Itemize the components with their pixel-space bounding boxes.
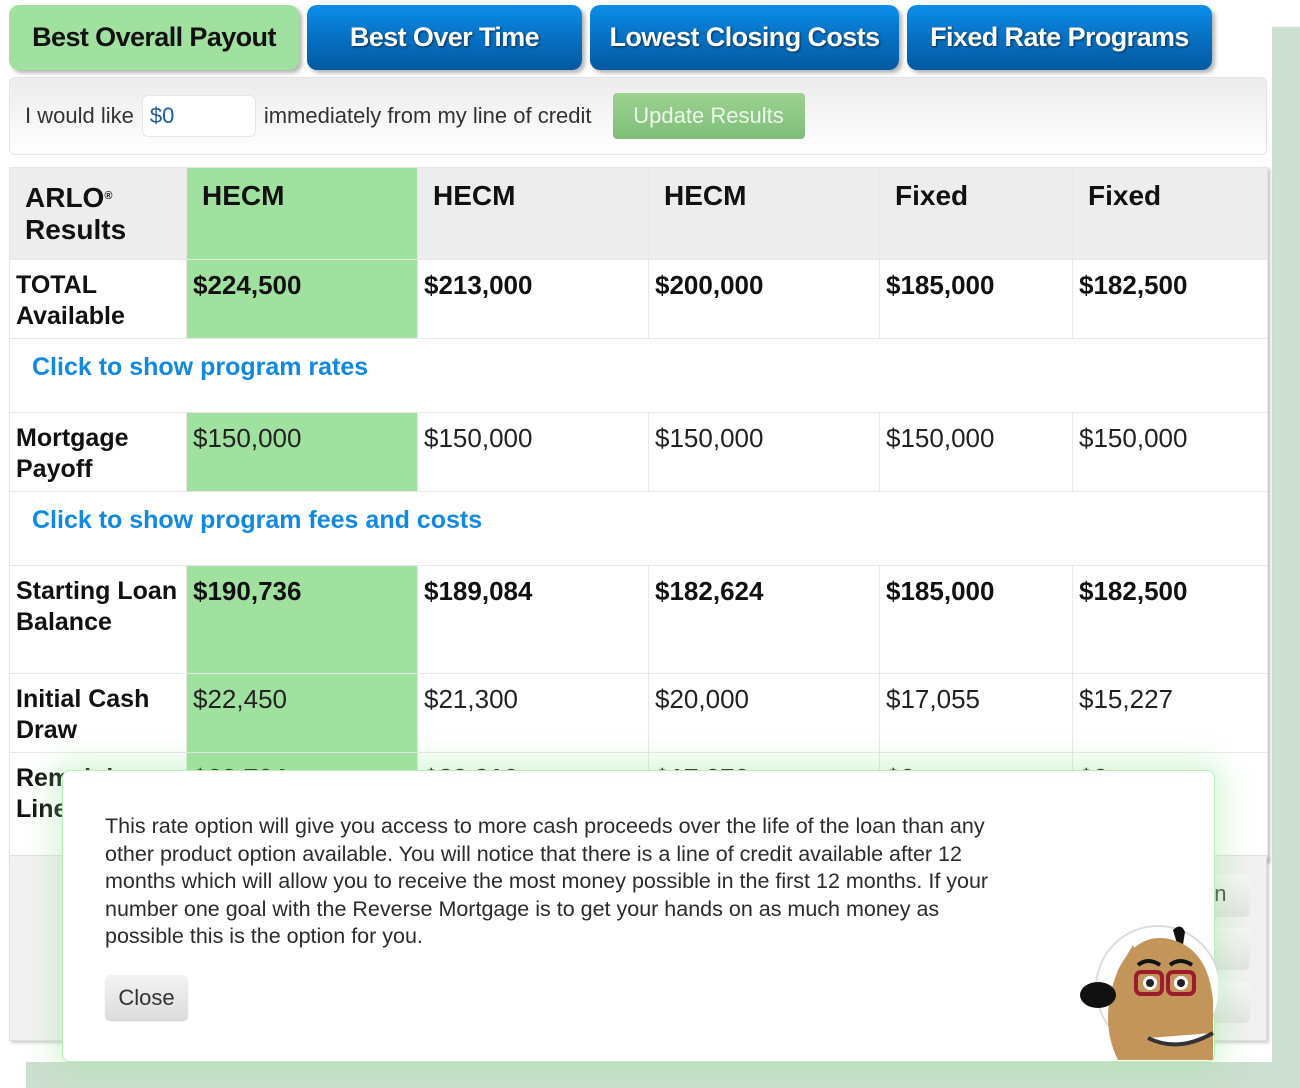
- table-cell: $22,450: [186, 673, 418, 753]
- table-cell: $182,500: [1072, 565, 1268, 674]
- table-header-row: ARLO® Results HECM HECM HECM Fixed Fixed: [9, 167, 1268, 260]
- table-row-mortgage-payoff: Mortgage Payoff $150,000 $150,000 $150,0…: [9, 412, 1268, 492]
- table-cell: $17,055: [879, 673, 1073, 753]
- popup-message: This rate option will give you access to…: [105, 814, 989, 948]
- table-cell: $189,084: [417, 565, 649, 674]
- row-label: Mortgage Payoff: [9, 412, 187, 492]
- close-button[interactable]: Close: [105, 975, 188, 1020]
- column-header: Fixed: [1072, 167, 1268, 260]
- credit-suffix-label: immediately from my line of credit: [263, 103, 592, 128]
- column-header: HECM: [186, 167, 418, 260]
- mascot-dog-icon: [1078, 910, 1218, 1060]
- info-popup: This rate option will give you access to…: [62, 770, 1215, 1062]
- table-row-rates-link: Click to show program rates: [9, 338, 1268, 413]
- show-program-fees-link[interactable]: Click to show program fees and costs: [9, 491, 1268, 566]
- table-cell: $20,000: [648, 673, 880, 753]
- row-label: TOTAL Available: [9, 259, 187, 339]
- draw-amount-input[interactable]: [141, 95, 256, 137]
- table-cell: $15,227: [1072, 673, 1268, 753]
- table-cell: $182,500: [1072, 259, 1268, 339]
- tab-fixed-rate-programs[interactable]: Fixed Rate Programs: [907, 5, 1212, 70]
- table-row-fees-link: Click to show program fees and costs: [9, 491, 1268, 566]
- table-row-total-available: TOTAL Available $224,500 $213,000 $200,0…: [9, 259, 1268, 339]
- table-cell: $150,000: [186, 412, 418, 492]
- background-panel: [1272, 27, 1300, 1088]
- row-label: Starting Loan Balance: [9, 565, 187, 674]
- column-header: HECM: [648, 167, 880, 260]
- table-cell: $200,000: [648, 259, 880, 339]
- table-cell: $182,624: [648, 565, 880, 674]
- table-cell: $150,000: [417, 412, 649, 492]
- column-header: Fixed: [879, 167, 1073, 260]
- corner-title: ARLO® Results: [9, 167, 187, 260]
- table-cell: $21,300: [417, 673, 649, 753]
- table-cell: $224,500: [186, 259, 418, 339]
- tab-best-overall-payout[interactable]: Best Overall Payout: [9, 5, 299, 70]
- update-results-button[interactable]: Update Results: [612, 93, 805, 139]
- tab-best-over-time[interactable]: Best Over Time: [307, 5, 582, 70]
- credit-prefix-label: I would like: [25, 103, 134, 128]
- table-cell: $185,000: [879, 565, 1073, 674]
- table-cell: $213,000: [417, 259, 649, 339]
- row-label: Initial Cash Draw: [9, 673, 187, 753]
- table-cell: $150,000: [648, 412, 880, 492]
- results-table: ARLO® Results HECM HECM HECM Fixed Fixed…: [9, 167, 1268, 861]
- table-row-starting-loan-balance: Starting Loan Balance $190,736 $189,084 …: [9, 565, 1268, 674]
- table-cell: $185,000: [879, 259, 1073, 339]
- tab-lowest-closing-costs[interactable]: Lowest Closing Costs: [590, 5, 899, 70]
- table-cell: $150,000: [1072, 412, 1268, 492]
- credit-draw-bar: I would like immediately from my line of…: [9, 77, 1267, 155]
- table-row-initial-cash-draw: Initial Cash Draw $22,450 $21,300 $20,00…: [9, 673, 1268, 753]
- table-cell: $150,000: [879, 412, 1073, 492]
- table-cell: $190,736: [186, 565, 418, 674]
- show-program-rates-link[interactable]: Click to show program rates: [9, 338, 1268, 413]
- registered-mark: ®: [104, 190, 113, 202]
- background-panel-bottom: [26, 1062, 1300, 1088]
- column-header: HECM: [417, 167, 649, 260]
